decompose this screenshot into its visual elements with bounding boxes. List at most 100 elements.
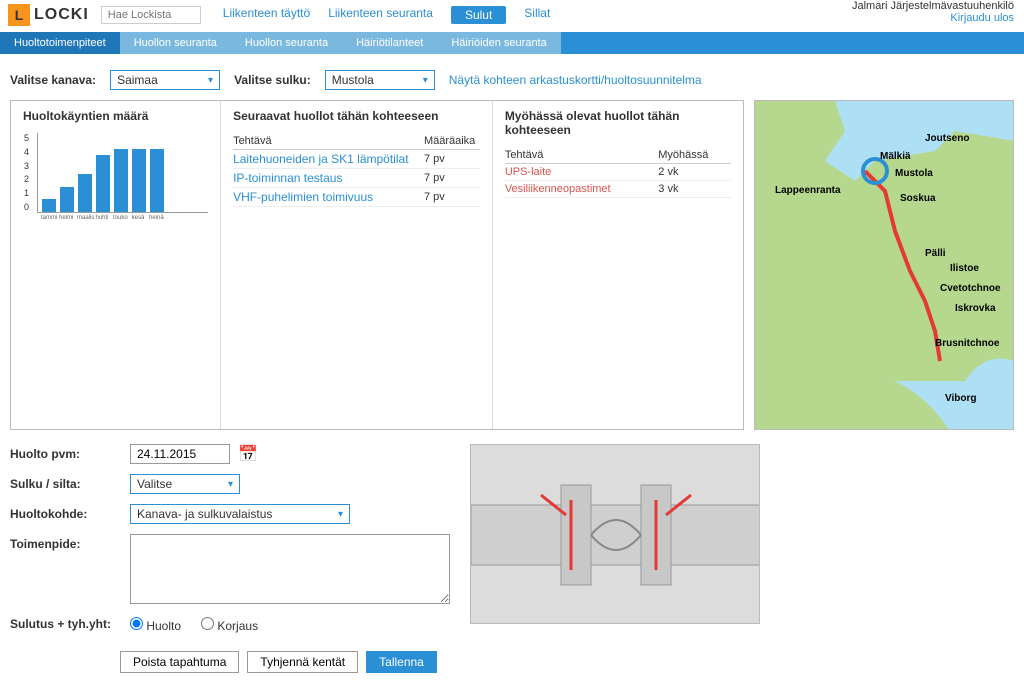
- radio-repair-input[interactable]: [201, 617, 214, 630]
- col-deadline: Määräaika: [424, 133, 480, 150]
- chevron-down-icon: ▾: [228, 479, 233, 490]
- lock-label: Valitse sulku:: [234, 73, 311, 87]
- nav-traffic-fill[interactable]: Liikenteen täyttö: [223, 6, 310, 24]
- logo-text: LOCKI: [34, 6, 89, 24]
- map-label: Lappeenranta: [775, 185, 841, 196]
- radio-repair[interactable]: Korjaus: [201, 614, 258, 633]
- target-select[interactable]: Kanava- ja sulkuvalaistus ▾: [130, 504, 350, 524]
- deadline-cell: 7 pv: [424, 150, 480, 169]
- lock-bridge-value: Valitse: [137, 477, 172, 491]
- subnav-maintenance-monitor-2[interactable]: Huollon seuranta: [231, 32, 342, 54]
- maintenance-form: Huolto pvm: 📅 Sulku / silta: Valitse ▾ H…: [10, 444, 450, 633]
- subnav-fault-situations[interactable]: Häiriötilanteet: [342, 32, 437, 54]
- date-input[interactable]: [130, 444, 230, 464]
- chevron-down-icon: ▾: [208, 75, 213, 86]
- radio-maintenance-input[interactable]: [130, 617, 143, 630]
- map-label: Mälkiä: [880, 151, 911, 162]
- map-label: Mustola: [895, 168, 933, 179]
- form-area: Huolto pvm: 📅 Sulku / silta: Valitse ▾ H…: [0, 430, 1024, 647]
- task-link[interactable]: IP-toiminnan testaus: [233, 171, 342, 185]
- task-link[interactable]: Laitehuoneiden ja SK1 lämpötilat: [233, 152, 408, 166]
- visits-chart: 012345: [37, 133, 208, 213]
- chart-bar: [78, 174, 92, 212]
- upcoming-table: TehtäväMääräaika Laitehuoneiden ja SK1 l…: [233, 133, 480, 207]
- logout-link[interactable]: Kirjaudu ulos: [852, 12, 1014, 24]
- nav-bridges[interactable]: Sillat: [524, 6, 550, 24]
- search-input[interactable]: [101, 6, 201, 24]
- channel-label: Valitse kanava:: [10, 73, 96, 87]
- radio-maintenance[interactable]: Huolto: [130, 614, 181, 633]
- schematic-svg: [471, 445, 760, 624]
- chevron-down-icon: ▾: [423, 75, 428, 86]
- task-link[interactable]: UPS-laite: [505, 166, 551, 178]
- user-info: Jalmari Järjestelmävastuuhenkilö Kirjaud…: [852, 0, 1014, 24]
- chart-bar: [150, 149, 164, 212]
- late-cell: 2 vk: [658, 164, 731, 181]
- radio-group: Huolto Korjaus: [130, 614, 450, 633]
- lock-schematic: [470, 444, 760, 624]
- clear-button[interactable]: Tyhjennä kentät: [247, 651, 358, 673]
- chart-y-axis: 012345: [24, 133, 29, 212]
- panel-visits: Huoltokäyntien määrä 012345 tammi helmi …: [11, 101, 220, 429]
- sub-nav: Huoltotoimenpiteet Huollon seuranta Huol…: [0, 32, 1024, 54]
- nav-locks[interactable]: Sulut: [451, 6, 506, 24]
- panel-visits-title: Huoltokäyntien määrä: [23, 109, 208, 123]
- channel-select[interactable]: Saimaa ▾: [110, 70, 220, 90]
- col-task: Tehtävä: [505, 147, 658, 164]
- chart-bar: [96, 155, 110, 212]
- map-label: Pälli: [925, 248, 946, 259]
- top-bar: L LOCKI Liikenteen täyttö Liikenteen seu…: [0, 0, 1024, 30]
- table-row: IP-toiminnan testaus7 pv: [233, 169, 480, 188]
- chart-bar: [114, 149, 128, 212]
- map-label: Cvetotchnoe: [940, 283, 1001, 294]
- map-label: Viborg: [945, 393, 976, 404]
- subnav-fault-monitor[interactable]: Häiriöiden seuranta: [437, 32, 560, 54]
- filter-bar: Valitse kanava: Saimaa ▾ Valitse sulku: …: [0, 54, 1024, 100]
- map-label: Brusnitchnoe: [935, 338, 1000, 349]
- col-task: Tehtävä: [233, 133, 424, 150]
- chart-bar: [42, 199, 56, 212]
- date-label: Huolto pvm:: [10, 444, 120, 461]
- task-link[interactable]: VHF-puhelimien toimivuus: [233, 190, 373, 204]
- lock-select[interactable]: Mustola ▾: [325, 70, 435, 90]
- radio-group-label: Sulutus + tyh.yht:: [10, 614, 120, 631]
- map-panel[interactable]: Joutseno Mälkiä Mustola Lappeenranta Sos…: [754, 100, 1014, 430]
- chart-bar: [132, 149, 146, 212]
- chart-x-axis: tammi helmi maalis huhti touko kesä hein…: [41, 215, 208, 221]
- button-row: Poista tapahtuma Tyhjennä kentät Tallenn…: [0, 647, 1024, 687]
- late-cell: 3 vk: [658, 181, 731, 198]
- table-row: Vesiliikenneopastimet 3 vk: [505, 181, 731, 198]
- map-svg: Joutseno Mälkiä Mustola Lappeenranta Sos…: [755, 101, 1014, 430]
- target-label: Huoltokohde:: [10, 504, 120, 521]
- map-label: Joutseno: [925, 133, 969, 144]
- deadline-cell: 7 pv: [424, 188, 480, 207]
- subnav-maintenance-monitor-1[interactable]: Huollon seuranta: [120, 32, 231, 54]
- map-label: Ilistoe: [950, 263, 979, 274]
- logo-icon: L: [8, 4, 30, 26]
- late-table: TehtäväMyöhässä UPS-laite 2 vk Vesiliiken…: [505, 147, 731, 198]
- panel-late: Myöhässä olevat huollot tähän kohteeseen…: [492, 101, 743, 429]
- save-button[interactable]: Tallenna: [366, 651, 437, 673]
- panel-upcoming: Seuraavat huollot tähän kohteeseen Tehtä…: [220, 101, 492, 429]
- lock-bridge-select[interactable]: Valitse ▾: [130, 474, 240, 494]
- lock-value: Mustola: [332, 73, 374, 87]
- table-row: Laitehuoneiden ja SK1 lämpötilat 7 pv: [233, 150, 480, 169]
- table-row: UPS-laite 2 vk: [505, 164, 731, 181]
- delete-button[interactable]: Poista tapahtuma: [120, 651, 239, 673]
- lock-bridge-label: Sulku / silta:: [10, 474, 120, 491]
- calendar-icon[interactable]: 📅: [238, 444, 258, 464]
- subnav-maintenance-actions[interactable]: Huoltotoimenpiteet: [0, 32, 120, 54]
- user-name: Jalmari Järjestelmävastuuhenkilö: [852, 0, 1014, 12]
- action-textarea[interactable]: [130, 534, 450, 604]
- nav-traffic-monitor[interactable]: Liikenteen seuranta: [328, 6, 433, 24]
- channel-value: Saimaa: [117, 73, 158, 87]
- col-late: Myöhässä: [658, 147, 731, 164]
- panel-late-title: Myöhässä olevat huollot tähän kohteeseen: [505, 109, 731, 137]
- top-nav: Liikenteen täyttö Liikenteen seuranta Su…: [223, 6, 551, 24]
- map-label: Soskua: [900, 193, 936, 204]
- main-area: Huoltokäyntien määrä 012345 tammi helmi …: [0, 100, 1024, 430]
- table-row: VHF-puhelimien toimivuus 7 pv: [233, 188, 480, 207]
- info-panels: Huoltokäyntien määrä 012345 tammi helmi …: [10, 100, 744, 430]
- inspection-card-link[interactable]: Näytä kohteen arkastuskortti/huoltosuunn…: [449, 73, 702, 87]
- task-link[interactable]: Vesiliikenneopastimet: [505, 183, 611, 195]
